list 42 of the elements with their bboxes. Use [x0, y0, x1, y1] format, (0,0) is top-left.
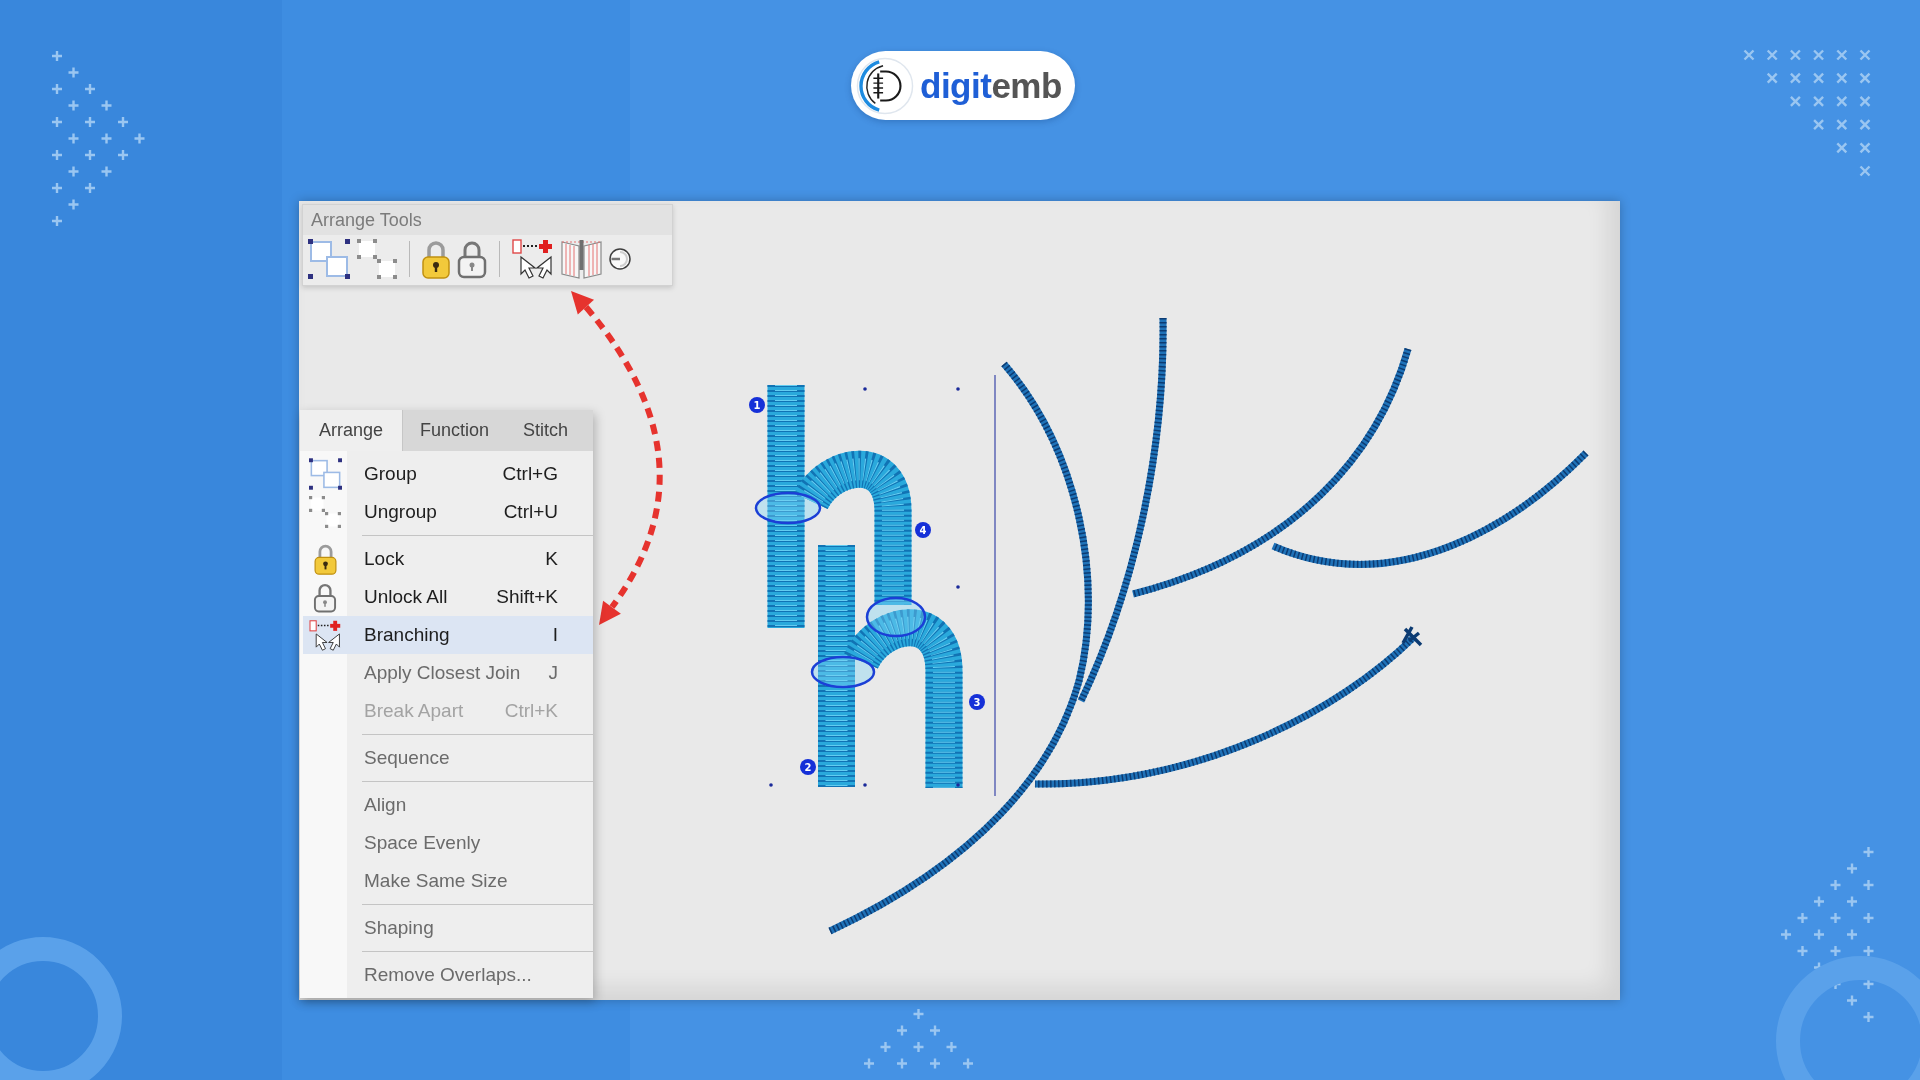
sequence-badge: 2 [800, 759, 816, 775]
separated-squares-icon[interactable] [357, 239, 397, 279]
logo-emblem-icon [856, 56, 914, 115]
selection-handle[interactable] [956, 783, 960, 787]
separated-squares-icon [309, 496, 341, 528]
circle-icon[interactable] [609, 248, 631, 270]
menu-item[interactable]: Unlock All Shift+K [303, 578, 593, 616]
join-ellipse [754, 491, 822, 525]
menu-tab[interactable]: Stitch [506, 410, 593, 451]
selection-handle[interactable] [956, 585, 960, 589]
menu-item[interactable]: Lock K [303, 540, 593, 578]
menu-item[interactable]: Branching I [303, 616, 593, 654]
padlock-icon [313, 543, 337, 575]
sequence-badge: 1 [749, 397, 765, 413]
toolbar-title: Arrange Tools [311, 209, 422, 231]
split-panels-icon[interactable] [561, 239, 602, 279]
join-ellipse [865, 596, 927, 638]
menu-item[interactable]: Remove Overlaps... [303, 956, 593, 994]
selection-handle[interactable] [863, 783, 867, 787]
selection-handle[interactable] [956, 387, 960, 391]
menu-item[interactable]: Apply Closest Join J [303, 654, 593, 692]
menu-item[interactable]: Space Evenly [303, 824, 593, 862]
logo-wordmark: digitemb [920, 68, 1062, 103]
selection-handle[interactable] [769, 783, 773, 787]
padlock-icon[interactable] [422, 239, 450, 279]
menu-tab[interactable]: Arrange [300, 410, 404, 451]
cursors-plus-icon [308, 619, 342, 651]
sequence-badge: 4 [915, 522, 931, 538]
join-ellipse [810, 655, 876, 689]
cursors-plus-icon[interactable] [512, 239, 554, 279]
grouped-squares-icon [308, 458, 342, 490]
menu-item[interactable]: Ungroup Ctrl+U [303, 493, 593, 531]
menu-tab[interactable]: Function [403, 410, 507, 451]
menu-item[interactable]: Group Ctrl+G [303, 455, 593, 493]
padlock-icon [313, 581, 337, 613]
menu-item[interactable]: Make Same Size [303, 862, 593, 900]
menu-item[interactable]: Shaping [303, 909, 593, 947]
menu-item[interactable]: Sequence [303, 739, 593, 777]
menu-item[interactable]: Align [303, 786, 593, 824]
selection-handle[interactable] [863, 387, 867, 391]
sequence-badge: 3 [969, 694, 985, 710]
grouped-squares-icon[interactable] [308, 239, 350, 279]
